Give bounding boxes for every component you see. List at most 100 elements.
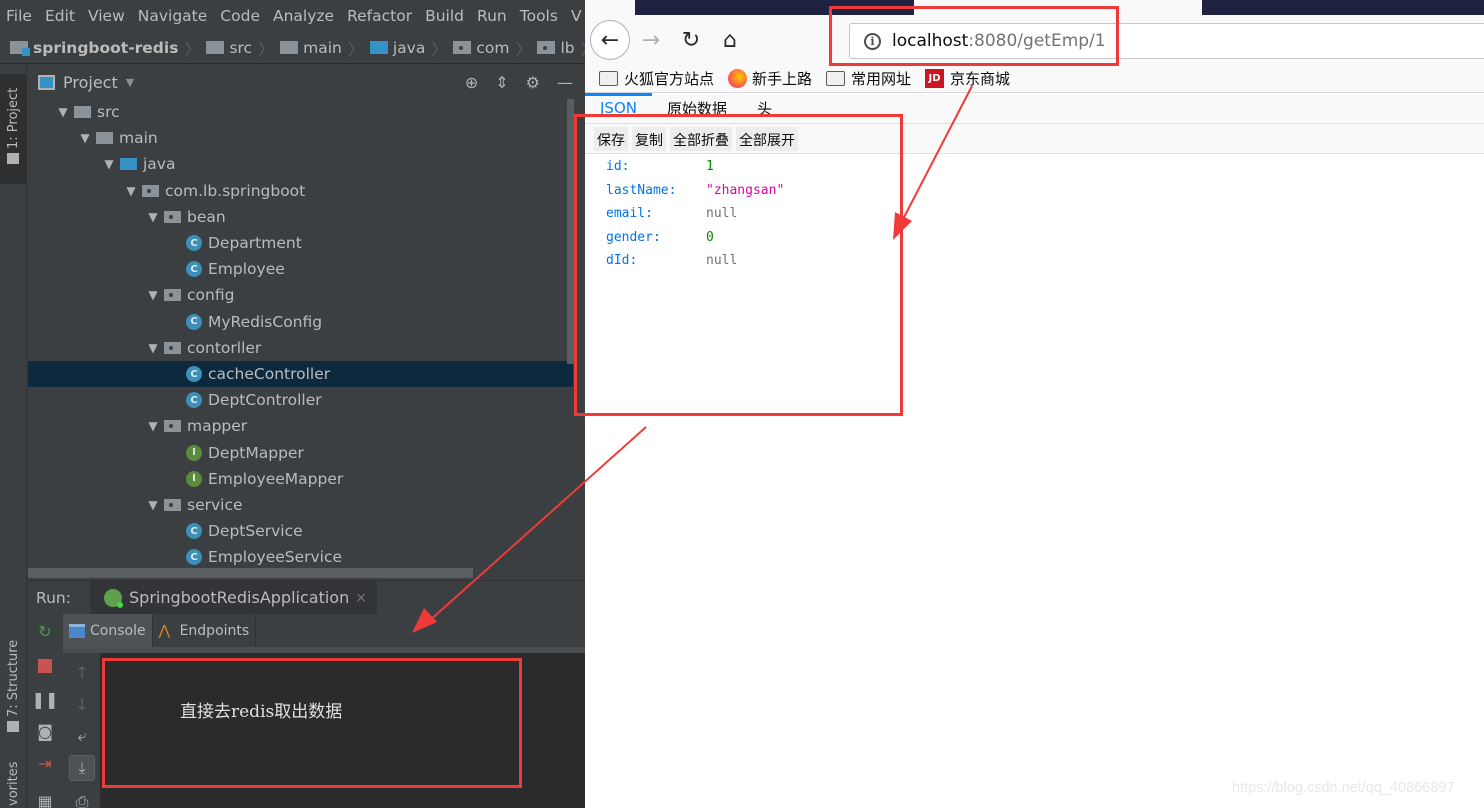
project-panel-header: Project ▼ ⊕ ⇕ ⚙ — (28, 65, 585, 99)
menu-tools[interactable]: Tools (520, 7, 558, 25)
tree-item[interactable]: I EmployeeMapper (28, 466, 573, 492)
menu-vcs[interactable]: V (571, 7, 582, 25)
pause-icon[interactable]: ❚❚ (32, 690, 59, 709)
project-panel-title[interactable]: Project (63, 73, 118, 92)
tree-item[interactable]: ▼ config (28, 282, 573, 308)
soft-wrap-icon[interactable]: ⤶ (69, 723, 95, 749)
breadcrumb-main[interactable]: main (280, 39, 342, 57)
tree-horizontal-scrollbar[interactable] (28, 568, 473, 578)
menu-view[interactable]: View (88, 7, 125, 25)
exit-icon[interactable]: ⇥ (36, 754, 54, 773)
tab-endpoints[interactable]: ⋀ Endpoints (153, 614, 257, 647)
camera-icon[interactable]: ◙ (36, 722, 54, 741)
expand-toggle-icon[interactable]: ▼ (74, 131, 96, 145)
stop-icon[interactable] (36, 657, 54, 675)
tree-item-label: contorller (187, 338, 262, 357)
breadcrumb-java[interactable]: java (369, 38, 426, 57)
tool-tab-structure[interactable]: 7: Structure (0, 634, 27, 744)
menu-code[interactable]: Code (220, 7, 260, 25)
folder-icon (7, 153, 20, 165)
expand-toggle-icon[interactable]: ▼ (98, 157, 120, 171)
breadcrumb-lb[interactable]: lb (537, 39, 575, 57)
menu-edit[interactable]: Edit (45, 7, 75, 25)
bookmark-item[interactable]: 新手上路 (728, 68, 812, 89)
annotation-box-console (102, 658, 522, 788)
tree-item[interactable]: ▼ main (28, 125, 573, 151)
expand-toggle-icon[interactable]: ▼ (142, 419, 164, 433)
tree-vertical-scrollbar[interactable] (567, 99, 574, 364)
tree-item[interactable]: I DeptMapper (28, 440, 573, 466)
tree-item[interactable]: ▼ com.lb.springboot (28, 178, 573, 204)
watermark: https://blog.csdn.net/qq_40866897 (1232, 780, 1455, 796)
folder-icon (826, 71, 846, 86)
menu-analyze[interactable]: Analyze (273, 7, 334, 25)
reload-button[interactable]: ↻ (671, 20, 711, 60)
layout-icon[interactable]: ▦ (36, 792, 54, 808)
class-icon: C (186, 313, 202, 330)
breadcrumb-label: java (392, 38, 426, 57)
console-toolbar: ↑ ↓ ⤶ ⤓ ⎙ (63, 653, 100, 808)
tree-item[interactable]: CcacheController (28, 361, 573, 387)
breadcrumb-label: main (303, 38, 342, 57)
tree-item[interactable]: C DeptController (28, 387, 573, 413)
gear-icon[interactable]: ⚙ (526, 73, 540, 92)
forward-button[interactable]: → (631, 20, 671, 60)
tree-item[interactable]: ▼ mapper (28, 413, 573, 439)
tree-item-label: MyRedisConfig (208, 312, 323, 331)
expand-toggle-icon[interactable]: ▼ (120, 184, 142, 198)
expand-toggle-icon[interactable]: ▼ (142, 498, 164, 512)
tab-console-label: Console (90, 622, 146, 639)
expand-toggle-icon[interactable]: ▼ (142, 288, 164, 302)
expand-toggle-icon[interactable]: ▼ (142, 341, 164, 355)
menu-file[interactable]: File (6, 7, 32, 25)
folder-icon (96, 132, 113, 145)
tab-console[interactable]: Console (63, 614, 153, 647)
menu-build[interactable]: Build (425, 7, 464, 25)
locate-icon[interactable]: ⊕ (465, 73, 478, 92)
tree-item[interactable]: C EmployeeService (28, 544, 573, 569)
breadcrumb-src[interactable]: src (206, 39, 252, 57)
minimize-icon[interactable]: — (557, 73, 573, 92)
tree-item[interactable]: ▼ bean (28, 204, 573, 230)
tree-item-label: EmployeeMapper (208, 469, 344, 488)
print-icon[interactable]: ⎙ (69, 789, 95, 808)
run-config-name: SpringbootRedisApplication (129, 588, 350, 607)
menu-run[interactable]: Run (477, 7, 507, 25)
close-icon[interactable]: × (355, 590, 367, 606)
rerun-icon[interactable]: ↻ (36, 622, 54, 641)
console-icon (69, 623, 85, 638)
tree-item[interactable]: C DeptService (28, 518, 573, 544)
tool-tab-project[interactable]: 1: Project (0, 74, 27, 184)
expand-toggle-icon[interactable]: ▼ (52, 105, 74, 119)
run-config-tab[interactable]: SpringbootRedisApplication × (90, 581, 377, 614)
home-button[interactable]: ⌂ (710, 20, 750, 60)
bookmark-item[interactable]: 常用网址 (826, 68, 911, 89)
tree-item[interactable]: C MyRedisConfig (28, 309, 573, 335)
expand-toggle-icon[interactable]: ▼ (142, 210, 164, 224)
breadcrumb-com[interactable]: com (453, 39, 509, 57)
arrow-down-icon[interactable]: ↓ (69, 691, 95, 717)
source-folder-icon (369, 41, 388, 54)
tree-item[interactable]: ▼ contorller (28, 335, 573, 361)
menu-refactor[interactable]: Refactor (347, 7, 412, 25)
chevron-down-icon[interactable]: ▼ (126, 76, 134, 89)
tab-endpoints-label: Endpoints (179, 622, 250, 639)
back-button[interactable]: ← (590, 20, 630, 60)
arrow-up-icon[interactable]: ↑ (69, 659, 95, 685)
firefox-icon (728, 69, 748, 88)
tool-tab-favorites[interactable]: vorites (0, 759, 27, 808)
tree-item[interactable]: C Employee (28, 256, 573, 282)
bookmark-item[interactable]: JD 京东商城 (925, 68, 1010, 89)
breadcrumb-project[interactable]: springboot-redis (10, 39, 178, 57)
browser-tab[interactable] (1202, 0, 1484, 15)
menu-navigate[interactable]: Navigate (138, 7, 208, 25)
tree-item[interactable]: ▼ service (28, 492, 573, 518)
structure-icon (7, 721, 20, 733)
tree-item[interactable]: ▼ java (28, 151, 573, 177)
folder-icon (74, 106, 91, 118)
collapse-all-icon[interactable]: ⇕ (495, 73, 508, 92)
tree-item[interactable]: ▼ src (28, 99, 573, 125)
bookmark-item[interactable]: 火狐官方站点 (599, 68, 714, 89)
scroll-to-end-icon[interactable]: ⤓ (69, 755, 95, 781)
tree-item[interactable]: C Department (28, 230, 573, 256)
